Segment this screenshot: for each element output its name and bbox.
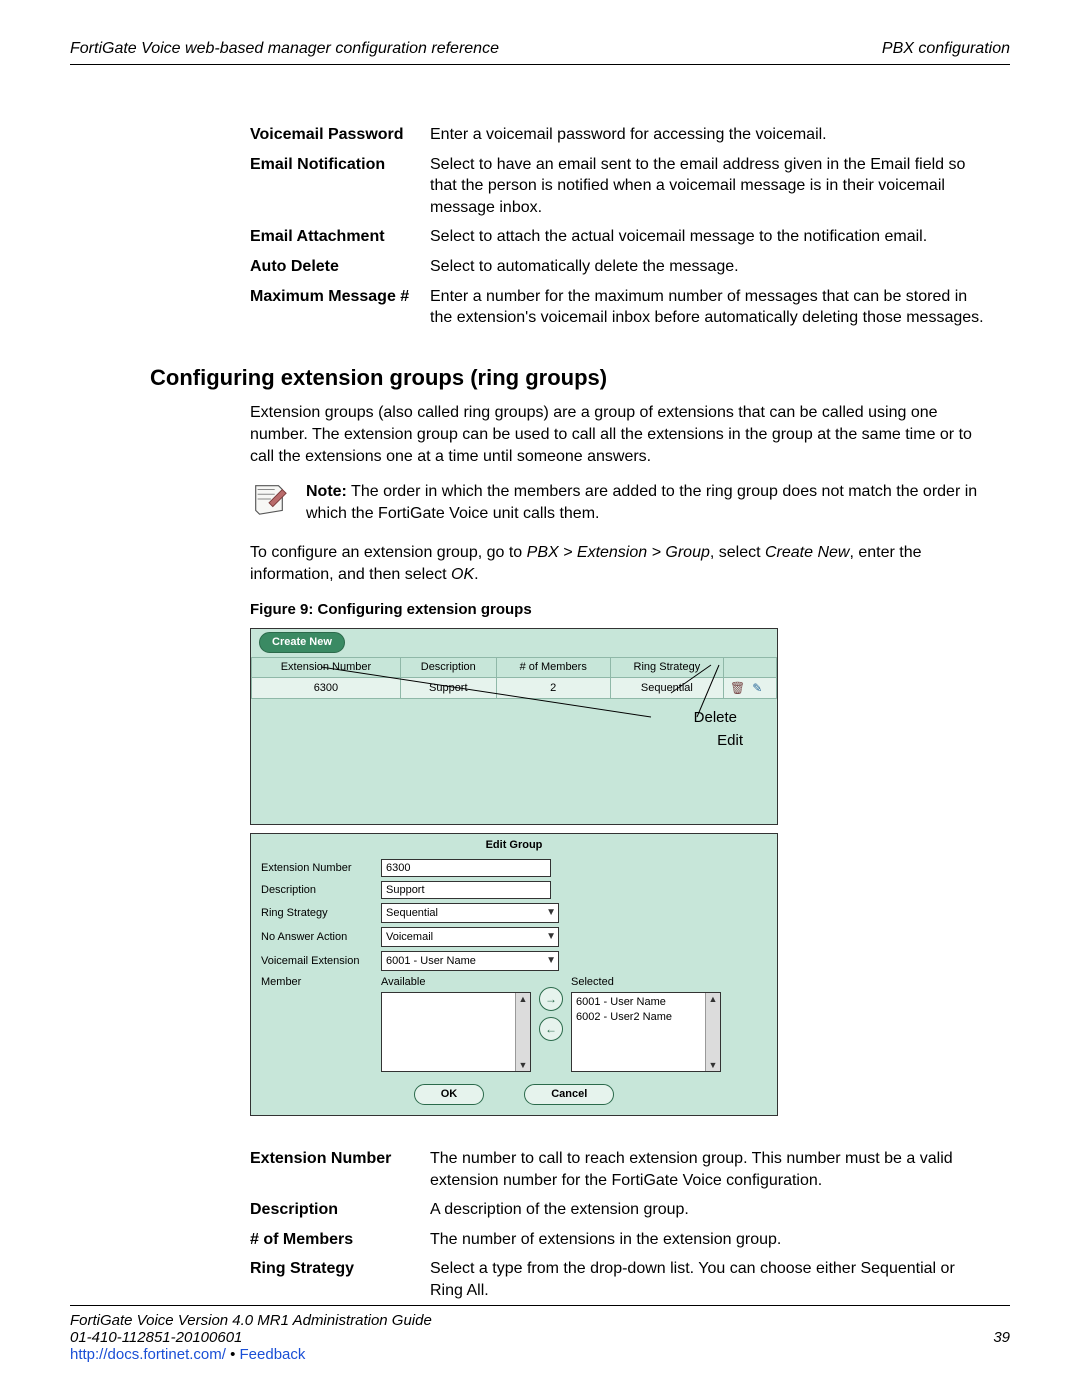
ext-label: Extension Number: [261, 861, 381, 876]
move-right-button[interactable]: →: [539, 987, 563, 1011]
member-label: Member: [261, 975, 381, 990]
definition-table-top: Voicemail Password Enter a voicemail pas…: [250, 120, 1000, 333]
selected-label: Selected: [571, 975, 721, 990]
chevron-down-icon: ▼: [546, 930, 556, 944]
selected-listbox[interactable]: 6001 - User Name 6002 - User2 Name ▲▼: [571, 992, 721, 1072]
ok-button[interactable]: OK: [414, 1084, 485, 1105]
desc: Select to automatically delete the messa…: [430, 252, 1000, 282]
col-desc[interactable]: Description: [400, 657, 496, 677]
vmext-select[interactable]: 6001 - User Name ▼: [381, 951, 559, 971]
paragraph-1: Extension groups (also called ring group…: [250, 402, 980, 467]
definition-table-bottom: Extension Number The number to call to r…: [250, 1144, 1000, 1306]
desc: Select a type from the drop-down list. Y…: [430, 1254, 1000, 1305]
col-members[interactable]: # of Members: [496, 657, 610, 677]
desc-input[interactable]: [381, 881, 551, 899]
desc: Select to attach the actual voicemail me…: [430, 222, 1000, 252]
p2-m1: , select: [710, 544, 765, 561]
scrollbar[interactable]: ▲▼: [705, 993, 720, 1071]
strategy-val: Sequential: [386, 906, 438, 921]
ext-input[interactable]: [381, 859, 551, 877]
chevron-down-icon: ▼: [546, 954, 556, 968]
noanswer-label: No Answer Action: [261, 930, 381, 945]
delete-label: Delete: [251, 707, 737, 730]
desc: Enter a number for the maximum number of…: [430, 282, 1000, 333]
term: Ring Strategy: [250, 1254, 430, 1305]
p2-em2: Create New: [765, 544, 849, 561]
edit-label: Edit: [251, 730, 743, 753]
term: # of Members: [250, 1225, 430, 1255]
term: Auto Delete: [250, 252, 430, 282]
p2-pre: To configure an extension group, go to: [250, 544, 527, 561]
footer-link[interactable]: http://docs.fortinet.com/: [70, 1346, 226, 1363]
scrollbar[interactable]: ▲▼: [515, 993, 530, 1071]
footer-docid: 01-410-112851-20100601: [70, 1329, 242, 1346]
page-number: 39: [993, 1329, 1010, 1346]
cell-ext: 6300: [252, 677, 401, 699]
col-ext[interactable]: Extension Number: [252, 657, 401, 677]
term: Description: [250, 1195, 430, 1225]
noanswer-val: Voicemail: [386, 930, 433, 945]
figure-caption: Figure 9: Configuring extension groups: [250, 600, 1010, 620]
chevron-down-icon: ▼: [546, 906, 556, 920]
paragraph-2: To configure an extension group, go to P…: [250, 542, 980, 585]
note-lead: Note:: [306, 483, 347, 500]
available-listbox[interactable]: ▲▼: [381, 992, 531, 1072]
desc: Select to have an email sent to the emai…: [430, 150, 1000, 223]
note-text: Note: The order in which the members are…: [306, 481, 980, 524]
desc: The number to call to reach extension gr…: [430, 1144, 1000, 1195]
section-heading: Configuring extension groups (ring group…: [150, 363, 1010, 393]
figure-9: Create New Extension Number Description …: [250, 628, 778, 1116]
strategy-select[interactable]: Sequential ▼: [381, 903, 559, 923]
p2-end: .: [474, 566, 478, 583]
header-right: PBX configuration: [882, 40, 1010, 58]
note-icon: [250, 481, 288, 517]
separator: •: [230, 1346, 239, 1363]
cancel-button[interactable]: Cancel: [524, 1084, 614, 1105]
figure9-list-panel: Create New Extension Number Description …: [250, 628, 778, 826]
extension-list-table: Extension Number Description # of Member…: [251, 657, 777, 700]
col-strategy[interactable]: Ring Strategy: [610, 657, 723, 677]
feedback-link[interactable]: Feedback: [240, 1346, 306, 1363]
desc: Enter a voicemail password for accessing…: [430, 120, 1000, 150]
p2-em3: OK: [451, 566, 474, 583]
desc: The number of extensions in the extensio…: [430, 1225, 1000, 1255]
footer-title: FortiGate Voice Version 4.0 MR1 Administ…: [70, 1312, 1010, 1329]
desc: A description of the extension group.: [430, 1195, 1000, 1225]
available-label: Available: [381, 975, 531, 990]
term: Email Notification: [250, 150, 430, 223]
term: Email Attachment: [250, 222, 430, 252]
col-actions: [724, 657, 777, 677]
strategy-label: Ring Strategy: [261, 906, 381, 921]
list-item[interactable]: 6002 - User2 Name: [576, 1010, 716, 1025]
header-left: FortiGate Voice web-based manager config…: [70, 40, 499, 58]
delete-icon[interactable]: 🗑: [730, 680, 745, 696]
table-row[interactable]: 6300 Support 2 Sequential 🗑 ✎: [252, 677, 777, 699]
term: Maximum Message #: [250, 282, 430, 333]
list-item[interactable]: 6001 - User Name: [576, 995, 716, 1010]
noanswer-select[interactable]: Voicemail ▼: [381, 927, 559, 947]
page-footer: FortiGate Voice Version 4.0 MR1 Administ…: [70, 1305, 1010, 1363]
figure9-edit-panel: Edit Group Extension Number Description …: [250, 833, 778, 1116]
vmext-val: 6001 - User Name: [386, 954, 476, 969]
term: Voicemail Password: [250, 120, 430, 150]
header-rule: [70, 64, 1010, 65]
desc-label: Description: [261, 883, 381, 898]
edit-icon[interactable]: ✎: [752, 680, 762, 696]
p2-path: PBX > Extension > Group: [527, 544, 710, 561]
create-new-button[interactable]: Create New: [259, 632, 345, 653]
vmext-label: Voicemail Extension: [261, 954, 381, 969]
cell-desc: Support: [400, 677, 496, 699]
cell-members: 2: [496, 677, 610, 699]
move-left-button[interactable]: ←: [539, 1017, 563, 1041]
cell-strategy: Sequential: [610, 677, 723, 699]
term: Extension Number: [250, 1144, 430, 1195]
edit-title: Edit Group: [251, 834, 777, 857]
note-body: The order in which the members are added…: [306, 483, 977, 522]
